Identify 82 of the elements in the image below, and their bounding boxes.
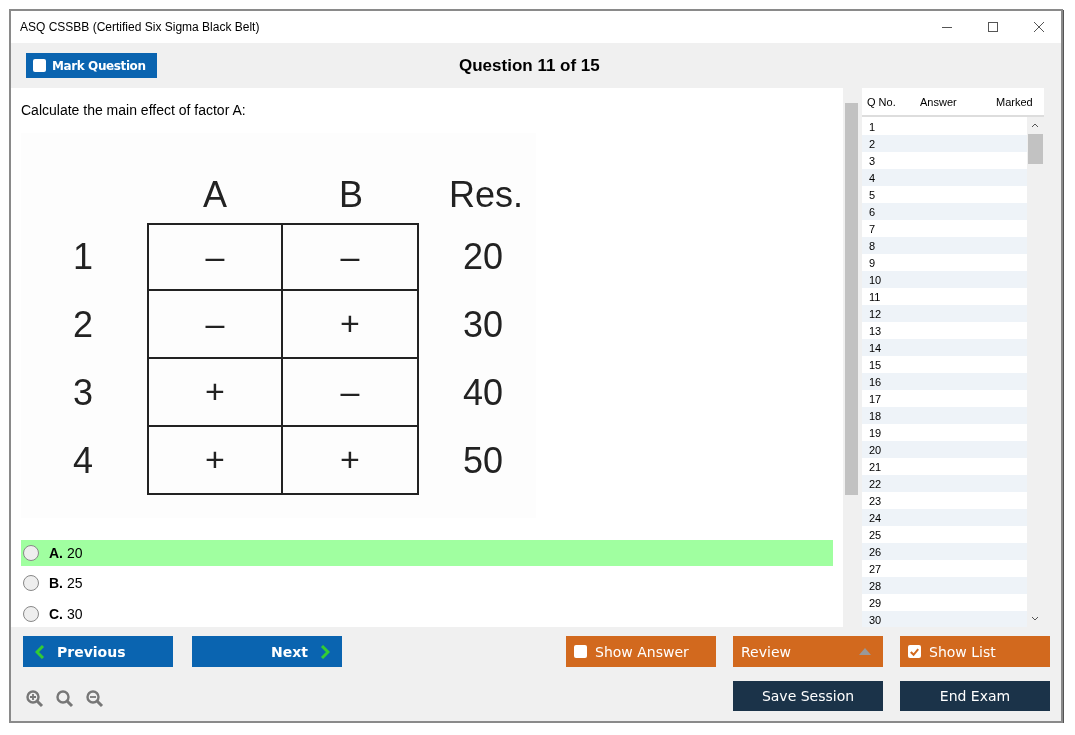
question-row[interactable]: 4	[862, 169, 1027, 186]
row-number: 1	[73, 235, 94, 278]
scroll-down-icon	[1031, 616, 1039, 622]
question-row[interactable]: 3	[862, 152, 1027, 169]
question-row[interactable]: 19	[862, 424, 1027, 441]
question-row[interactable]: 20	[862, 441, 1027, 458]
question-row[interactable]: 12	[862, 305, 1027, 322]
row-number: 3	[73, 371, 94, 414]
question-row[interactable]: 26	[862, 543, 1027, 560]
table-cell: +	[147, 358, 283, 427]
previous-button[interactable]: Previous	[23, 636, 173, 667]
question-row[interactable]: 11	[862, 288, 1027, 305]
question-row[interactable]: 25	[862, 526, 1027, 543]
question-row[interactable]: 1	[862, 118, 1027, 135]
table-cell: –	[283, 222, 419, 291]
question-row[interactable]: 13	[862, 322, 1027, 339]
chevron-left-icon	[35, 644, 45, 659]
row-number: 2	[73, 303, 94, 346]
window-title: ASQ CSSBB (Certified Six Sigma Black Belt)	[20, 20, 260, 34]
question-row[interactable]: 9	[862, 254, 1027, 271]
question-row[interactable]: 22	[862, 475, 1027, 492]
question-counter: Question 11 of 15	[459, 56, 600, 76]
question-row[interactable]: 18	[862, 407, 1027, 424]
column-header: Answer	[920, 95, 958, 108]
question-row[interactable]: 27	[862, 560, 1027, 577]
mark-question-checkbox[interactable]: Mark Question	[26, 53, 157, 78]
response-value: 20	[462, 235, 504, 278]
scroll-up-icon	[1031, 122, 1039, 128]
table-cell: +	[147, 426, 283, 495]
search-icon	[56, 689, 74, 708]
highlighted-option[interactable]: A. 20	[21, 539, 833, 566]
table-cell: +	[283, 426, 419, 495]
question-row[interactable]: 28	[862, 577, 1027, 594]
review-dropdown[interactable]: Review	[733, 636, 883, 667]
caret-up-icon	[859, 648, 871, 655]
response-value: 30	[462, 303, 504, 346]
question-row[interactable]: 24	[862, 509, 1027, 526]
end-exam-button[interactable]: End Exam	[900, 680, 1050, 711]
question-row[interactable]: 14	[862, 339, 1027, 356]
table-cell: +	[283, 290, 419, 359]
question-row[interactable]: 10	[862, 271, 1027, 288]
question-row[interactable]: 21	[862, 458, 1027, 475]
question-row[interactable]: 7	[862, 220, 1027, 237]
show-answer-checkbox[interactable]: Show Answer	[566, 636, 716, 667]
question-row[interactable]: 5	[862, 186, 1027, 203]
question-row[interactable]: 15	[862, 356, 1027, 373]
row-number: 4	[73, 439, 94, 482]
table-cell: –	[147, 222, 283, 291]
option-text: B. 25	[49, 575, 83, 592]
column-header: Q No.	[867, 95, 897, 108]
column-header: B	[339, 174, 363, 217]
table-cell: –	[283, 358, 419, 427]
save-session-button[interactable]: Save Session	[733, 680, 883, 711]
response-value: 40	[462, 371, 504, 414]
radio-button[interactable]	[23, 606, 39, 623]
chevron-right-icon	[320, 644, 330, 659]
question-row[interactable]: 8	[862, 237, 1027, 254]
zoom-out-icon	[86, 689, 104, 708]
scrollbar-thumb[interactable]	[845, 103, 858, 495]
table-cell: –	[147, 290, 283, 359]
question-text: Calculate the main effect of factor A:	[21, 102, 247, 120]
question-row[interactable]: 23	[862, 492, 1027, 509]
column-header: A	[203, 174, 227, 217]
option-text: C. 30	[49, 606, 83, 623]
question-row[interactable]: 30	[862, 611, 1027, 627]
column-header: Marked	[996, 95, 1033, 108]
maximize-icon	[987, 21, 999, 33]
radio-button[interactable]	[23, 575, 39, 592]
show-list-checkbox[interactable]: Show List	[900, 636, 1050, 667]
question-row[interactable]: 17	[862, 390, 1027, 407]
question-row[interactable]: 16	[862, 373, 1027, 390]
column-header: Res.	[448, 174, 524, 217]
response-value: 50	[462, 439, 504, 482]
zoom-in-icon	[26, 689, 44, 708]
question-row[interactable]: 29	[862, 594, 1027, 611]
option-text: A. 20	[49, 544, 83, 561]
question-row[interactable]: 2	[862, 135, 1027, 152]
next-button[interactable]: Next	[192, 636, 342, 667]
scrollbar-thumb[interactable]	[1028, 134, 1043, 164]
close-icon	[1033, 21, 1045, 33]
radio-button[interactable]	[23, 544, 39, 561]
question-row[interactable]: 6	[862, 203, 1027, 220]
